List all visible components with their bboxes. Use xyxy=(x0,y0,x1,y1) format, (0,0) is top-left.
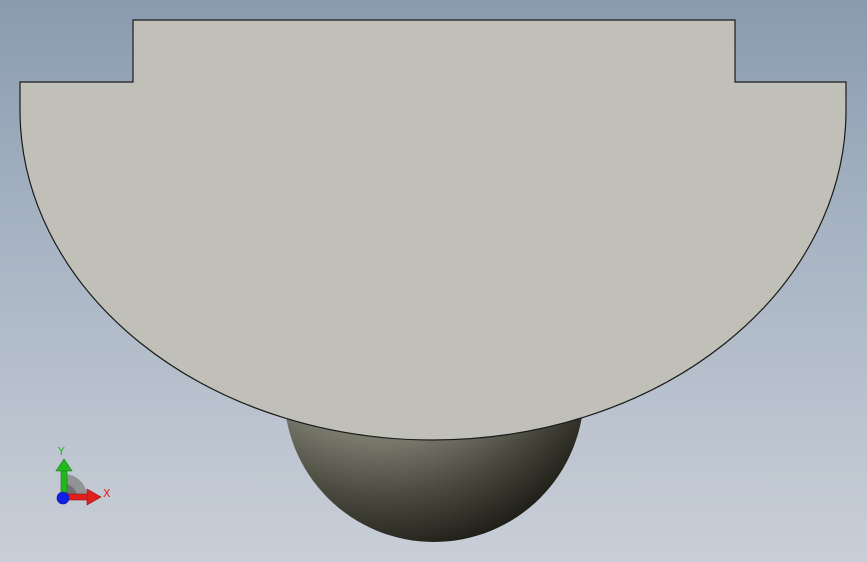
y-axis-label: Y xyxy=(57,445,65,458)
part-half-disc-body[interactable] xyxy=(19,19,847,441)
coordinate-triad: Y X xyxy=(55,445,111,506)
z-axis-dot-icon xyxy=(56,491,70,505)
x-axis-label: X xyxy=(103,487,111,500)
graphics-viewport[interactable]: Y X xyxy=(0,0,867,562)
